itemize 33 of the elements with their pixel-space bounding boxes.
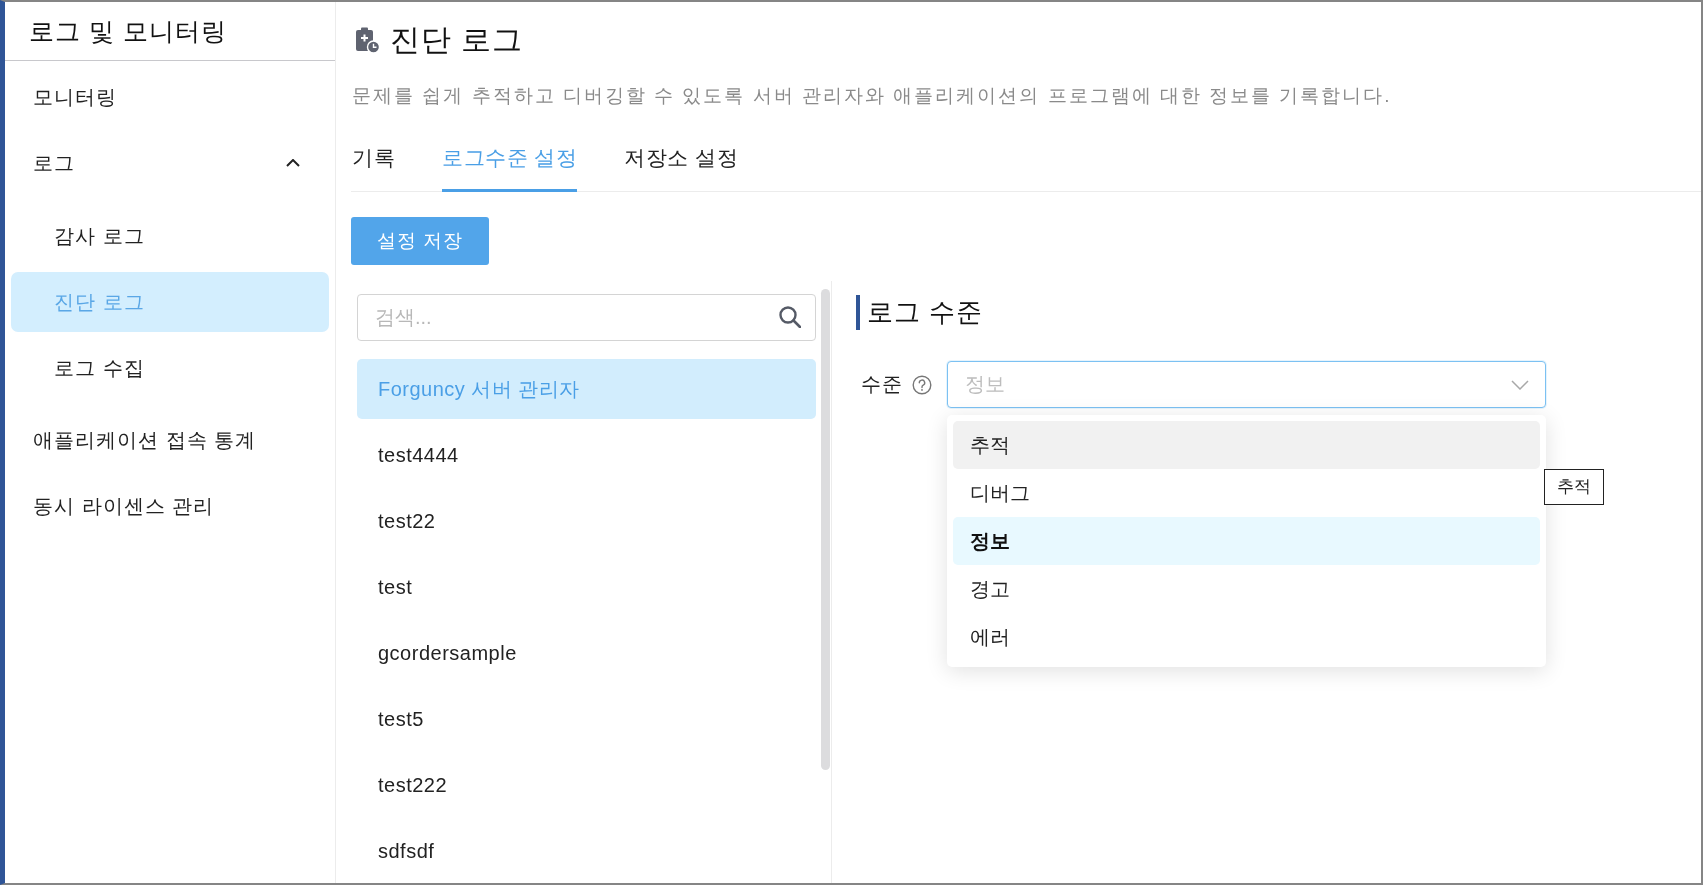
sidebar-item[interactable]: 모니터링: [11, 67, 329, 127]
sidebar-item[interactable]: 로그: [11, 133, 329, 193]
search-icon[interactable]: [779, 306, 801, 328]
sidebar-item[interactable]: 애플리케이션 접속 통계: [11, 410, 329, 470]
app-list-item[interactable]: gcordersample: [357, 623, 816, 683]
document-clock-icon: [355, 26, 380, 54]
chevron-down-icon: [1511, 379, 1529, 390]
dropdown-option[interactable]: 경고: [953, 565, 1540, 613]
help-icon[interactable]: [912, 374, 932, 395]
chevron-up-icon: [286, 159, 300, 167]
app-list-item[interactable]: test222: [357, 755, 816, 815]
app-list-item[interactable]: sdfsdf: [357, 821, 816, 881]
app-list-item[interactable]: test4444: [357, 425, 816, 485]
page-title: 진단 로그: [390, 22, 524, 58]
app-list-item[interactable]: test5: [357, 689, 816, 749]
tab[interactable]: 저장소 설정: [624, 127, 739, 192]
field-label: 수준: [861, 372, 903, 397]
dropdown-option[interactable]: 정보: [953, 517, 1540, 565]
dropdown-option[interactable]: 에러: [953, 613, 1540, 661]
section-heading: 로그 수준: [856, 295, 1701, 330]
tab[interactable]: 기록: [352, 127, 395, 192]
app-list-item[interactable]: test22: [357, 491, 816, 551]
dropdown-option[interactable]: 디버그: [953, 469, 1540, 517]
sidebar-item[interactable]: 동시 라이센스 관리: [11, 476, 329, 536]
app-list-item[interactable]: test: [357, 557, 816, 617]
sidebar-subitem[interactable]: 로그 수집: [11, 338, 329, 398]
scrollbar-thumb[interactable]: [821, 289, 830, 770]
tooltip: 추적: [1544, 469, 1604, 505]
sidebar-title: 로그 및 모니터링: [5, 2, 335, 61]
search-field[interactable]: 검색...: [357, 294, 816, 341]
sidebar-subitem[interactable]: 감사 로그: [11, 206, 329, 266]
page-description: 문제를 쉽게 추적하고 디버깅할 수 있도록 서버 관리자와 애플리케이션의 프로그램에 대한 정보를 기록합니다.: [352, 84, 1393, 108]
dropdown-option[interactable]: 추적: [953, 421, 1540, 469]
